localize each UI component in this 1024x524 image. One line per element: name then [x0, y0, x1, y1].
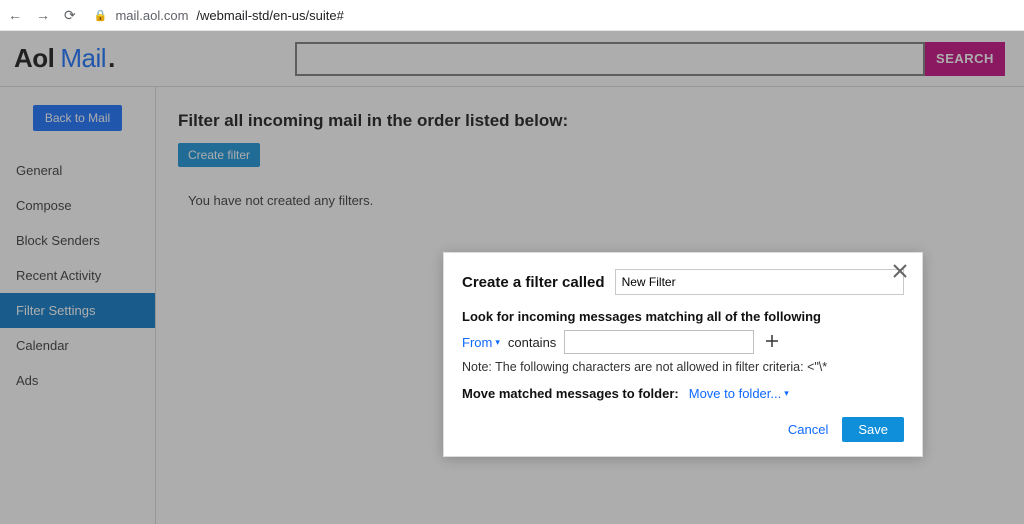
- url-path: /webmail-std/en-us/suite#: [196, 8, 343, 23]
- browser-chrome: ← → ⟳ 🔒 mail.aol.com/webmail-std/en-us/s…: [0, 0, 1024, 31]
- criteria-heading: Look for incoming messages matching all …: [462, 309, 904, 324]
- url-host: mail.aol.com: [115, 8, 188, 23]
- reload-icon[interactable]: ⟳: [64, 7, 76, 24]
- cancel-button[interactable]: Cancel: [788, 422, 828, 437]
- back-icon[interactable]: ←: [8, 7, 22, 24]
- condition-label: contains: [508, 335, 556, 350]
- filter-name-label: Create a filter called: [462, 274, 605, 291]
- filter-name-input[interactable]: [615, 269, 904, 295]
- move-to-folder-dropdown-label: Move to folder...: [689, 386, 782, 401]
- move-to-folder-label: Move matched messages to folder:: [462, 386, 679, 401]
- chevron-down-icon: ▾: [495, 337, 500, 348]
- criteria-row: From ▾ contains: [462, 330, 904, 354]
- criteria-value-input[interactable]: [564, 330, 754, 354]
- address-bar[interactable]: 🔒 mail.aol.com/webmail-std/en-us/suite#: [94, 8, 344, 23]
- add-criteria-button[interactable]: [762, 334, 782, 351]
- criteria-note: Note: The following characters are not a…: [462, 360, 904, 374]
- forward-icon[interactable]: →: [36, 7, 50, 24]
- chevron-down-icon: ▾: [784, 388, 789, 399]
- save-button[interactable]: Save: [842, 417, 904, 442]
- field-dropdown[interactable]: From ▾: [462, 335, 500, 350]
- modal-footer: Cancel Save: [462, 417, 904, 442]
- close-icon: [892, 263, 908, 279]
- browser-nav: ← → ⟳: [8, 7, 76, 24]
- field-dropdown-label: From: [462, 335, 492, 350]
- create-filter-modal: Create a filter called Look for incoming…: [443, 252, 923, 457]
- lock-icon: 🔒: [94, 9, 108, 22]
- plus-icon: [765, 334, 779, 348]
- move-to-folder-dropdown[interactable]: Move to folder... ▾: [689, 386, 789, 401]
- close-button[interactable]: [892, 263, 908, 282]
